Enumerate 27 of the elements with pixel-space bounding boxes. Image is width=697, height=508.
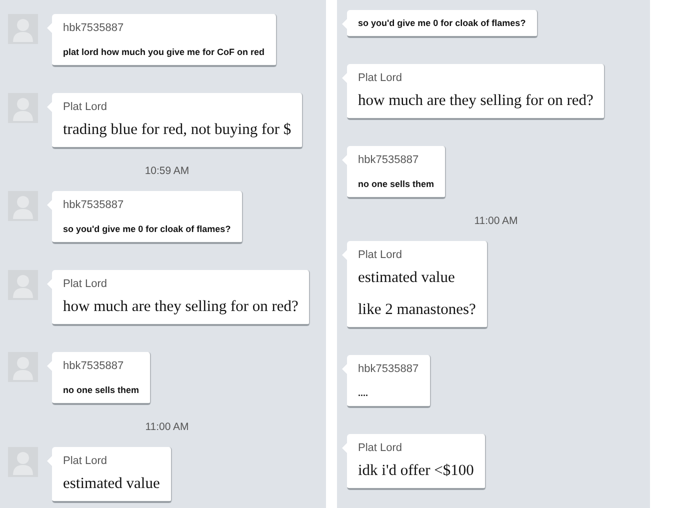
- sender-name: Plat Lord: [63, 278, 108, 290]
- message-text: how much are they selling for on red?: [358, 92, 594, 110]
- sender-name: hbk7535887: [358, 363, 419, 375]
- sender-name: hbk7535887: [63, 22, 125, 34]
- sender-name: hbk7535887: [358, 154, 420, 166]
- timestamp: 10:59 AM: [144, 165, 190, 177]
- message-text: plat lord how much you give me for CoF on red: [63, 47, 265, 57]
- sender-name: hbk7535887: [63, 199, 125, 211]
- sender-name: Plat Lord: [63, 455, 108, 467]
- message-text: trading blue for red, not buying for $: [63, 121, 292, 139]
- message-text: no one sells them: [358, 179, 434, 189]
- message-text: no one sells them: [63, 385, 140, 395]
- message-text: how much are they selling for on red?: [63, 298, 298, 316]
- message-text: so you'd give me 0 for cloak of flames?: [358, 18, 526, 28]
- timestamp: 11:00 AM: [474, 215, 518, 227]
- sender-name: Plat Lord: [358, 72, 404, 84]
- sender-name: hbk7535887: [63, 360, 125, 372]
- message-text: ....: [358, 388, 370, 398]
- message-text: so you'd give me 0 for cloak of flames?: [63, 224, 231, 234]
- message-text: like 2 manastones?: [358, 301, 476, 319]
- message-text: estimated value: [358, 269, 456, 287]
- sender-name: Plat Lord: [358, 442, 404, 454]
- sender-name: Plat Lord: [63, 101, 108, 113]
- sender-name: Plat Lord: [358, 249, 404, 261]
- message-text: estimated value: [63, 475, 160, 493]
- message-text: idk i'd offer <$100: [358, 462, 474, 480]
- timestamp: 11:00 AM: [145, 421, 189, 433]
